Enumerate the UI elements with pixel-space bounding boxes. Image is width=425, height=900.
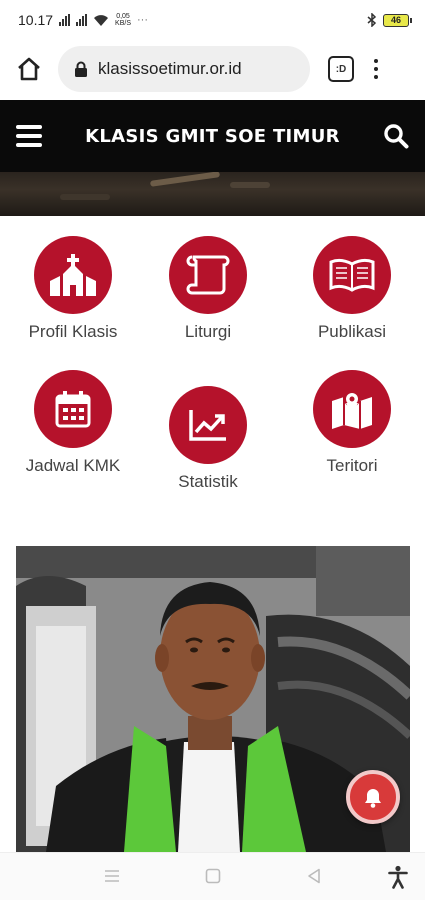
site-title: KLASIS GMIT SOE TIMUR xyxy=(85,125,340,147)
net-speed: 0,05 KB/S xyxy=(115,13,131,27)
menu-dot-icon xyxy=(374,59,378,63)
menu-item-jadwal-kmk[interactable]: Jadwal KMK xyxy=(3,370,143,476)
menu-dot-icon xyxy=(374,67,378,71)
url-text: klasissoetimur.or.id xyxy=(98,59,242,78)
wifi-icon xyxy=(94,14,109,26)
menu-icon-circle xyxy=(169,236,247,314)
map-icon xyxy=(332,391,372,429)
browser-menu-button[interactable] xyxy=(374,59,378,79)
status-bar: 10.17 0,05 KB/S ··· 46 xyxy=(0,0,425,40)
signal-icon xyxy=(59,14,71,26)
status-time: 10.17 xyxy=(18,12,54,28)
menu-label: Profil Klasis xyxy=(28,322,118,341)
site-header: KLASIS GMIT SOE TIMUR xyxy=(0,100,425,172)
menu-icon-circle xyxy=(313,370,391,448)
recent-apps-icon xyxy=(105,870,119,882)
back-button[interactable] xyxy=(307,868,321,889)
address-bar[interactable]: klasissoetimur.or.id xyxy=(58,46,310,92)
lock-icon xyxy=(75,61,87,77)
status-right: 46 xyxy=(367,13,412,27)
menu-label: Jadwal KMK xyxy=(25,456,121,475)
net-speed-value: 0,05 xyxy=(116,13,130,20)
tab-count: :D xyxy=(335,63,347,75)
notification-bell-button[interactable] xyxy=(346,770,400,824)
menu-dot-icon xyxy=(374,75,378,79)
menu-icon-circle xyxy=(313,236,391,314)
status-left: 10.17 0,05 KB/S ··· xyxy=(18,12,148,28)
menu-label: Statistik xyxy=(178,472,238,491)
calendar-icon xyxy=(55,391,91,428)
browser-toolbar: klasissoetimur.or.id :D xyxy=(0,40,425,98)
menu-item-statistik[interactable]: Statistik xyxy=(138,386,278,492)
home-nav-button[interactable] xyxy=(205,868,221,889)
home-button[interactable] xyxy=(12,52,46,86)
menu-label: Liturgi xyxy=(184,322,232,341)
menu-item-teritori[interactable]: Teritori xyxy=(282,370,422,476)
bell-icon xyxy=(365,789,381,808)
scroll-icon xyxy=(186,255,230,295)
accessibility-icon xyxy=(388,865,408,889)
menu-label: Publikasi xyxy=(317,322,387,341)
battery-icon: 46 xyxy=(383,13,412,27)
accessibility-button[interactable] xyxy=(388,865,408,894)
tabs-button[interactable]: :D xyxy=(328,56,354,82)
menu-icon-circle xyxy=(169,386,247,464)
signal-2-icon xyxy=(76,14,88,26)
menu-icon-circle xyxy=(34,236,112,314)
home-icon xyxy=(18,57,40,81)
back-triangle-icon xyxy=(308,868,320,884)
more-status-icon: ··· xyxy=(137,14,148,26)
menu-item-publikasi[interactable]: Publikasi xyxy=(282,236,422,342)
battery-level: 46 xyxy=(390,15,401,25)
book-icon xyxy=(329,258,375,292)
menu-icon-circle xyxy=(34,370,112,448)
search-icon[interactable] xyxy=(383,123,409,149)
square-home-icon xyxy=(205,868,221,884)
menu-label: Teritori xyxy=(326,456,378,475)
bluetooth-icon xyxy=(367,13,377,27)
system-nav-bar xyxy=(0,852,425,900)
hamburger-menu-icon[interactable] xyxy=(16,125,42,147)
church-icon xyxy=(50,254,96,296)
menu-item-profil-klasis[interactable]: Profil Klasis xyxy=(3,236,143,342)
chart-line-icon xyxy=(189,410,226,441)
hero-banner-image xyxy=(0,172,425,216)
menu-item-liturgi[interactable]: Liturgi xyxy=(138,236,278,342)
net-speed-unit: KB/S xyxy=(115,20,131,27)
recent-apps-button[interactable] xyxy=(104,869,120,888)
